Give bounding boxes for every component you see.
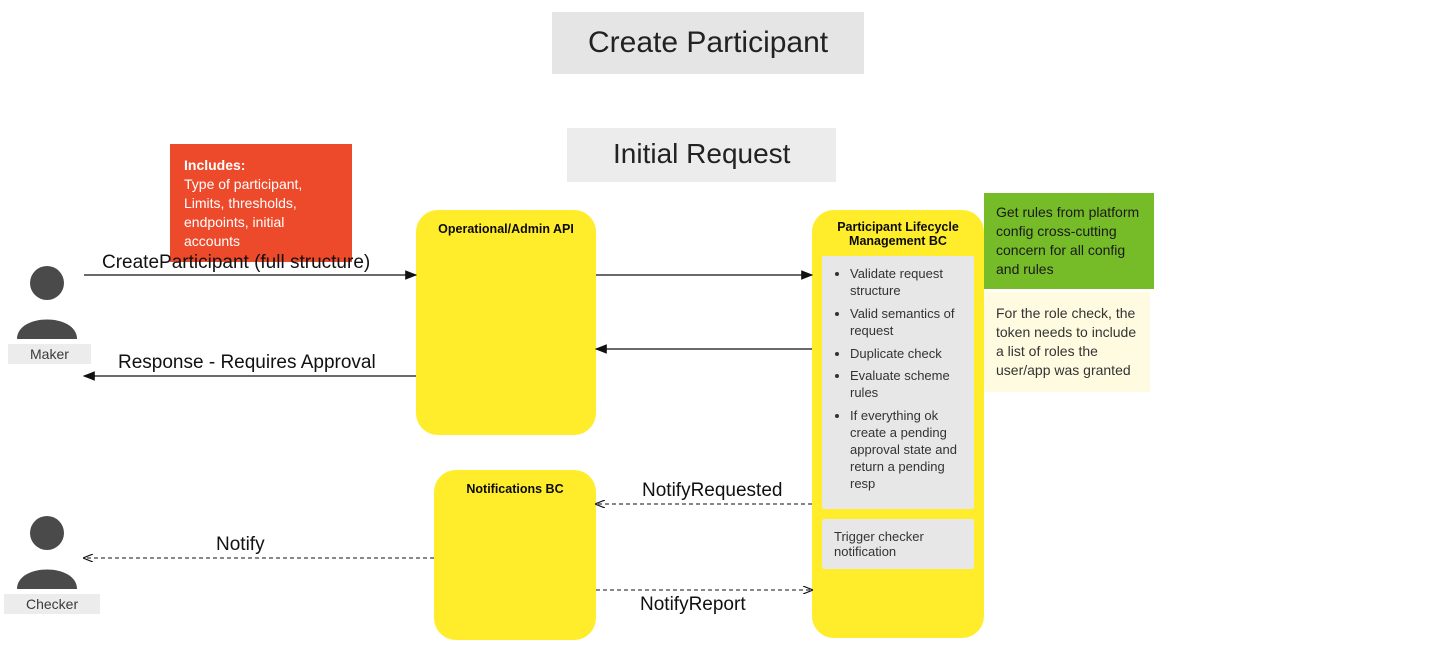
plm-step: Validate request structure xyxy=(850,266,962,300)
note-rules: Get rules from platform config cross-cut… xyxy=(984,193,1154,289)
plm-step: Evaluate scheme rules xyxy=(850,368,962,402)
diagram-subtitle: Initial Request xyxy=(567,128,836,182)
block-api: Operational/Admin API xyxy=(416,210,596,435)
note-includes-label: Includes: xyxy=(184,157,245,173)
actor-maker-label: Maker xyxy=(8,344,91,364)
block-plm-title: Participant Lifecycle Management BC xyxy=(812,210,984,248)
msg-notify-requested: NotifyRequested xyxy=(642,480,782,502)
msg-notify: Notify xyxy=(216,534,265,556)
actor-checker-icon xyxy=(12,511,82,591)
note-includes-body: Type of participant, Limits, thresholds,… xyxy=(184,176,302,249)
diagram-title: Create Participant xyxy=(552,12,864,74)
plm-step: If everything ok create a pending approv… xyxy=(850,408,962,492)
actor-maker-icon xyxy=(12,261,82,341)
plm-trigger: Trigger checker notification xyxy=(822,519,974,569)
block-api-title: Operational/Admin API xyxy=(416,210,596,236)
plm-step: Valid semantics of request xyxy=(850,306,962,340)
plm-step: Duplicate check xyxy=(850,346,962,363)
block-plm: Participant Lifecycle Management BC Vali… xyxy=(812,210,984,638)
msg-create-participant: CreateParticipant (full structure) xyxy=(102,252,370,274)
plm-steps: Validate request structure Valid semantic… xyxy=(822,256,974,509)
msg-response: Response - Requires Approval xyxy=(118,352,376,374)
block-notifications-title: Notifications BC xyxy=(434,470,596,496)
msg-notify-report: NotifyReport xyxy=(640,594,746,616)
note-role-check: For the role check, the token needs to i… xyxy=(984,292,1150,392)
note-includes: Includes: Type of participant, Limits, t… xyxy=(170,144,352,262)
actor-checker-label: Checker xyxy=(4,594,100,614)
block-notifications: Notifications BC xyxy=(434,470,596,640)
